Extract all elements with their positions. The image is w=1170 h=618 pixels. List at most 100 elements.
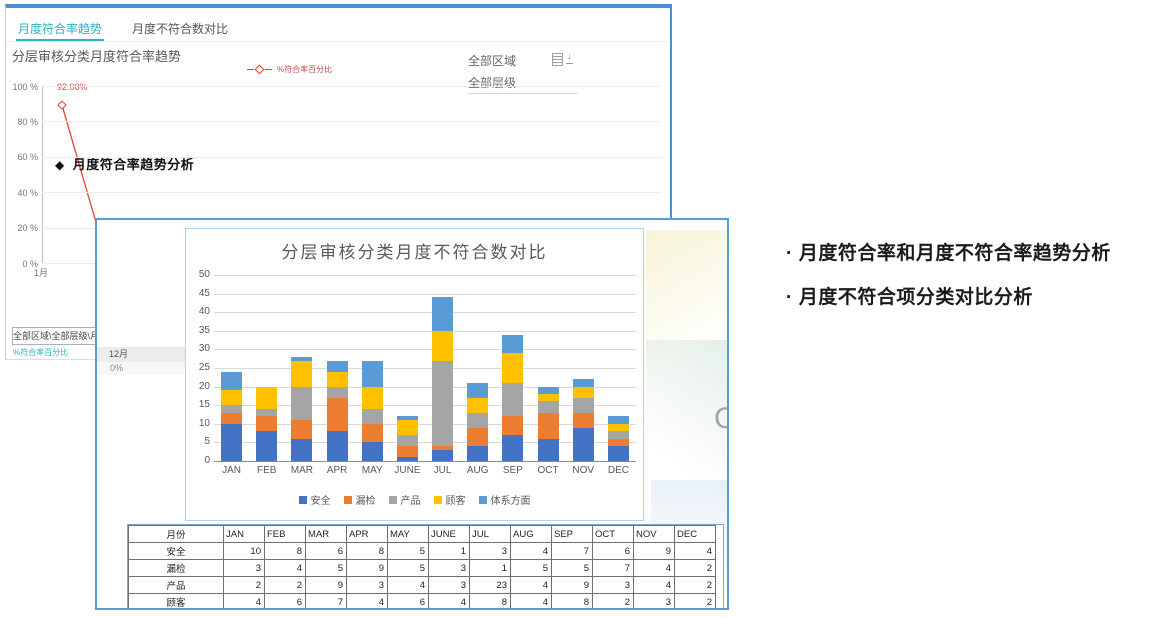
line-chart-title: 分层审核分类月度符合率趋势 (12, 46, 181, 65)
y-tick-label: 40 (186, 306, 210, 317)
tab-bar: 月度符合率趋势 月度不符合数对比 (6, 14, 670, 42)
bar-segment-安全 (221, 424, 242, 461)
x-tick-label: SEP (495, 465, 530, 476)
bar-segment-漏检 (608, 439, 629, 446)
bar-segment-安全 (608, 446, 629, 461)
slide-canvas: 月度符合率趋势 月度不符合数对比 分层审核分类月度符合率趋势 全部区域 全部层级… (0, 0, 1170, 618)
bar-segment-产品 (608, 431, 629, 438)
table-row: 产品2293432349342 (129, 577, 716, 594)
bar-segment-漏检 (432, 446, 453, 450)
y-tick-label: 0 % (8, 259, 38, 269)
note-line: ·月度不符合项分类对比分析 (786, 282, 1111, 309)
bar-segment-顾客 (397, 420, 418, 435)
bar-chart-legend: 安全漏检产品顾客体系方面 (186, 492, 643, 507)
x-tick-label: DEC (601, 465, 636, 476)
y-tick-label: 60 % (8, 152, 38, 162)
legend-dash (247, 69, 254, 70)
data-point-label: 92.00% (57, 82, 88, 92)
bar-segment-漏检 (327, 398, 348, 431)
level-filter-dropdown[interactable]: 全部层级 (468, 74, 578, 94)
bar-segment-顾客 (502, 353, 523, 383)
bar-segment-漏检 (467, 428, 488, 447)
y-tick-label: 5 (186, 436, 210, 447)
pivot-field-cell: 全部区域\全部层级\月份 (12, 327, 102, 345)
bar-segment-体系方面 (432, 297, 453, 330)
x-tick-label: APR (320, 465, 355, 476)
table-row: 顾客467464848232 (129, 594, 716, 611)
legend-swatch-icon (299, 496, 307, 504)
bar-segment-安全 (502, 435, 523, 461)
legend-item-产品: 产品 (389, 492, 421, 507)
legend-swatch-icon (479, 496, 487, 504)
bar-segment-顾客 (467, 398, 488, 413)
pivot-fragment-value-cell: 0% (97, 362, 185, 375)
gridline (42, 192, 662, 193)
gridline (214, 312, 636, 313)
y-tick-label: 80 % (8, 117, 38, 127)
bar-segment-产品 (467, 413, 488, 428)
y-tick-label: 50 (186, 269, 210, 280)
bar-segment-安全 (256, 431, 277, 461)
pivot-metric-label: %符合率百分比 (13, 347, 68, 358)
x-tick-label: OCT (531, 465, 566, 476)
bar-segment-顾客 (573, 387, 594, 398)
table-row: 安全1086851347694 (129, 543, 716, 560)
tab-monthly-compliance-trend[interactable]: 月度符合率趋势 (16, 14, 104, 41)
bar-segment-安全 (538, 439, 559, 461)
gridline (214, 331, 636, 332)
y-tick-label: 0 (186, 455, 210, 466)
stacked-bar-chart: 分层审核分类月度不符合数对比 安全漏检产品顾客体系方面 051015202530… (185, 228, 644, 521)
bar-segment-漏检 (538, 413, 559, 439)
bar-segment-产品 (502, 383, 523, 416)
bar-segment-顾客 (256, 387, 277, 409)
y-tick-label: 45 (186, 288, 210, 299)
x-tick-label: MAY (355, 465, 390, 476)
legend-swatch-icon (434, 496, 442, 504)
legend-series-label: %符合率百分比 (277, 64, 332, 75)
noncompliance-compare-window: 12月 0% C 分层审核分类月度不符合数对比 安全漏检产品顾客体系方面 051… (95, 218, 729, 610)
pivot-fragment-month-cell: 12月 (97, 347, 185, 362)
download-icon[interactable]: ↓ (566, 52, 573, 64)
bar-segment-顾客 (538, 394, 559, 401)
bullet-icon: · (786, 287, 793, 308)
report-icon[interactable] (552, 53, 563, 66)
decorative-letter: C (714, 402, 729, 436)
bar-segment-产品 (221, 405, 242, 412)
bar-segment-漏检 (397, 446, 418, 457)
bar-segment-安全 (291, 439, 312, 461)
bar-segment-漏检 (573, 413, 594, 428)
bar-segment-体系方面 (291, 357, 312, 361)
bar-segment-产品 (256, 409, 277, 416)
gridline (214, 349, 636, 350)
bar-segment-顾客 (221, 390, 242, 405)
gridline (214, 461, 636, 462)
diamond-marker-icon (58, 101, 66, 109)
bar-segment-漏检 (221, 413, 242, 424)
tab-monthly-noncompliance-compare[interactable]: 月度不符合数对比 (130, 14, 230, 41)
x-tick-label: JUL (425, 465, 460, 476)
bar-segment-产品 (327, 387, 348, 398)
bar-segment-安全 (432, 450, 453, 461)
legend-swatch-icon (389, 496, 397, 504)
bar-segment-体系方面 (327, 361, 348, 372)
legend-swatch-icon (344, 496, 352, 504)
diamond-bullet-icon: ◆ (55, 158, 65, 172)
y-tick-label: 35 (186, 325, 210, 336)
bar-segment-漏检 (502, 416, 523, 435)
gridline (42, 157, 662, 158)
bar-segment-产品 (573, 398, 594, 413)
legend-dash (265, 69, 272, 70)
gridline (42, 121, 662, 122)
bar-segment-顾客 (327, 372, 348, 387)
table-header-row: 月份JANFEBMARAPRMAYJUNEJULAUGSEPOCTNOVDEC (129, 526, 716, 543)
y-tick-label: 10 (186, 418, 210, 429)
legend-item-顾客: 顾客 (434, 492, 466, 507)
y-tick-label: 20 (186, 381, 210, 392)
bar-segment-安全 (467, 446, 488, 461)
bar-segment-体系方面 (467, 383, 488, 398)
bullet-icon: · (786, 243, 793, 264)
bar-segment-体系方面 (538, 387, 559, 394)
bar-segment-漏检 (291, 420, 312, 439)
bar-segment-体系方面 (362, 361, 383, 387)
note-line: ·月度符合率和月度不符合率趋势分析 (786, 238, 1111, 265)
